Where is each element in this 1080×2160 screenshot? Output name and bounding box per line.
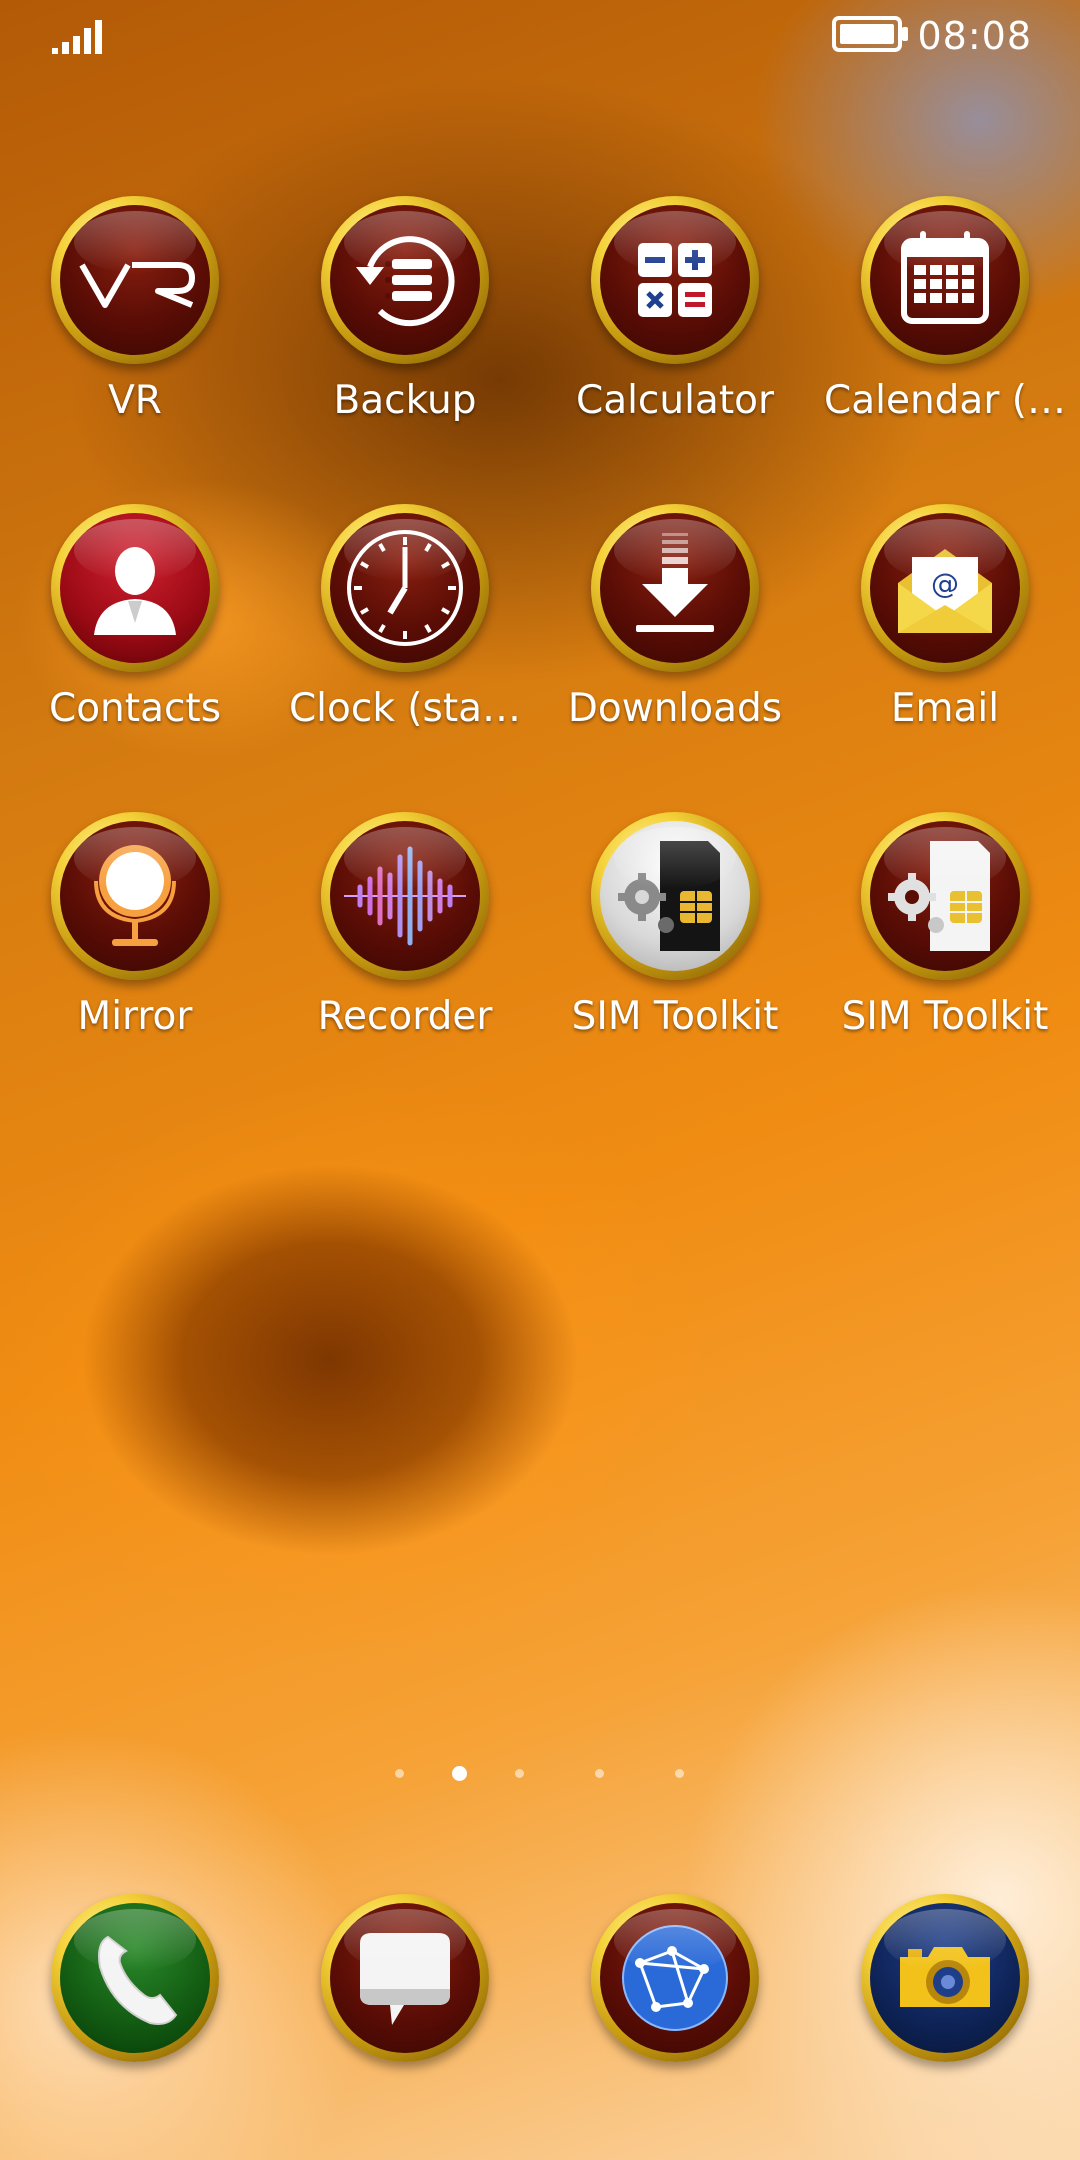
dock-camera[interactable] [861, 1894, 1029, 2062]
app-label: Clock (sta… [288, 686, 522, 731]
vr-icon [79, 262, 195, 308]
app-label: SIM Toolkit [571, 994, 779, 1039]
page-indicator[interactable] [0, 1766, 1080, 1786]
clock-icon [347, 530, 463, 646]
app-label: Mirror [77, 994, 193, 1039]
status-bar: 08:08 [0, 0, 1080, 72]
page-dot[interactable] [595, 1769, 604, 1778]
app-backup[interactable]: Backup [275, 196, 535, 423]
app-label: Calculator [575, 378, 775, 423]
phone-icon [98, 1935, 178, 2025]
app-label: Calendar (… [824, 378, 1066, 423]
app-label: Backup [333, 378, 477, 423]
app-clock[interactable]: Clock (sta… [275, 504, 535, 731]
dock-messages[interactable] [321, 1894, 489, 2062]
app-mirror[interactable]: Mirror [5, 812, 265, 1039]
clock-time: 08:08 [917, 14, 1032, 58]
app-vr[interactable]: VR [5, 196, 265, 423]
sim-toolkit-icon [618, 841, 720, 951]
app-label: Recorder [317, 994, 493, 1039]
downloads-icon [636, 533, 714, 632]
page-dot[interactable] [395, 1769, 404, 1778]
app-email[interactable]: @ Email [815, 504, 1075, 731]
app-label: Email [890, 686, 1000, 731]
messages-icon [360, 1933, 450, 2025]
sim-toolkit-icon [888, 841, 990, 951]
app-downloads[interactable]: Downloads [545, 504, 805, 731]
app-label: Contacts [48, 686, 222, 731]
backup-icon [356, 236, 455, 327]
camera-icon [900, 1947, 990, 2007]
app-contacts[interactable]: Contacts [5, 504, 265, 731]
calculator-icon [638, 243, 712, 317]
email-icon: @ [898, 549, 992, 633]
app-label: Downloads [567, 686, 783, 731]
browser-icon [622, 1925, 728, 2031]
contacts-icon [94, 547, 176, 635]
recorder-icon [344, 846, 466, 946]
app-label: SIM Toolkit [841, 994, 1049, 1039]
app-recorder[interactable]: Recorder [275, 812, 535, 1039]
svg-text:@: @ [931, 567, 959, 600]
dock-phone[interactable] [51, 1894, 219, 2062]
calendar-icon [901, 231, 989, 324]
mirror-icon [94, 845, 176, 946]
page-dot[interactable] [515, 1769, 524, 1778]
dock-browser[interactable] [591, 1894, 759, 2062]
app-label: VR [108, 378, 162, 423]
app-sim-toolkit-2[interactable]: SIM Toolkit [815, 812, 1075, 1039]
app-calendar[interactable]: Calendar (… [815, 196, 1075, 423]
page-dot-active[interactable] [452, 1766, 467, 1781]
app-sim-toolkit-1[interactable]: SIM Toolkit [545, 812, 805, 1039]
signal-icon [52, 20, 102, 54]
app-calculator[interactable]: Calculator [545, 196, 805, 423]
page-dot[interactable] [675, 1769, 684, 1778]
battery-icon [832, 16, 908, 52]
